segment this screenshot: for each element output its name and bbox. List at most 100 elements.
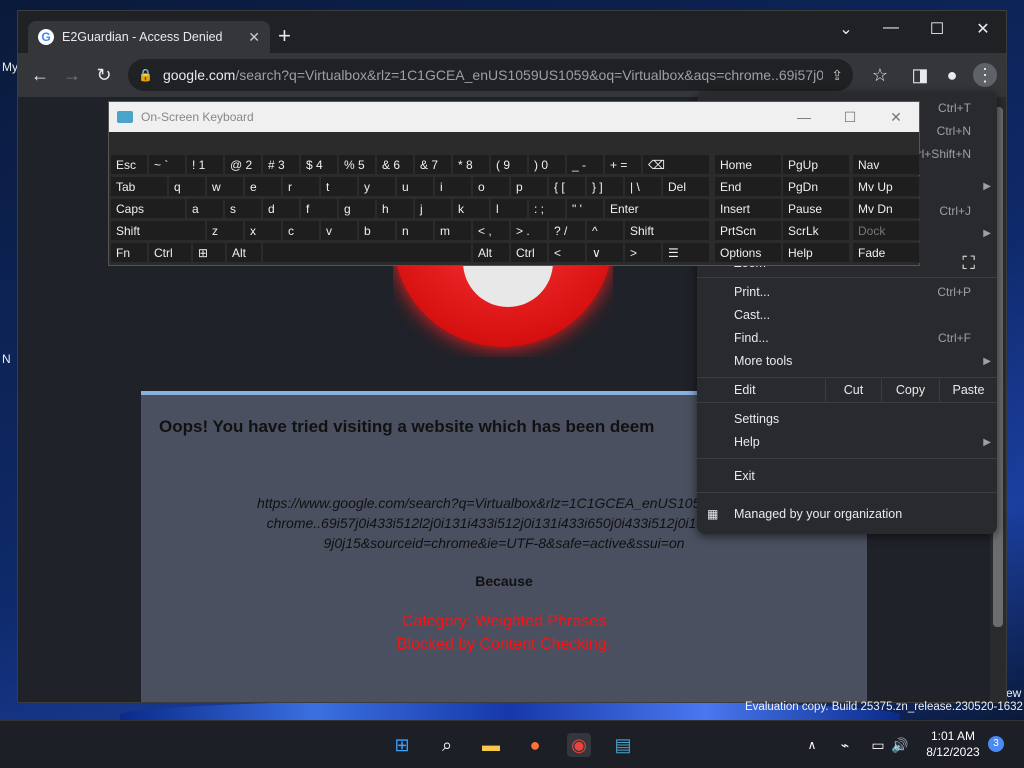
osk-key[interactable]: z bbox=[206, 220, 244, 241]
osk-key[interactable]: > bbox=[624, 242, 662, 263]
back-icon[interactable]: ← bbox=[28, 63, 52, 87]
osk-key[interactable]: y bbox=[358, 176, 396, 197]
show-hidden-icons-icon[interactable]: ∧ bbox=[800, 733, 824, 757]
osk-key[interactable]: * 8 bbox=[452, 154, 490, 175]
new-tab-button[interactable]: + bbox=[278, 25, 291, 47]
close-window-button[interactable]: ✕ bbox=[968, 19, 998, 39]
osk-maximize-button[interactable]: ☐ bbox=[827, 109, 873, 126]
osk-key[interactable]: < bbox=[548, 242, 586, 263]
osk-key[interactable]: Ctrl bbox=[510, 242, 548, 263]
osk-key[interactable]: ^ bbox=[586, 220, 624, 241]
osk-key[interactable]: PrtScn bbox=[714, 220, 782, 241]
minimize-button[interactable]: — bbox=[876, 19, 906, 37]
osk-key[interactable]: f bbox=[300, 198, 338, 219]
menu-item-cast[interactable]: Cast... bbox=[697, 304, 997, 327]
osk-key[interactable]: > . bbox=[510, 220, 548, 241]
osk-key[interactable]: Options bbox=[714, 242, 782, 263]
osk-titlebar[interactable]: On-Screen Keyboard — ☐ ✕ bbox=[109, 102, 919, 132]
osk-key[interactable]: o bbox=[472, 176, 510, 197]
url-text[interactable]: google.com/search?q=Virtualbox&rlz=1C1GC… bbox=[163, 67, 823, 83]
osk-key[interactable]: Mv Up bbox=[852, 176, 920, 197]
osk-key[interactable]: g bbox=[338, 198, 376, 219]
osk-key[interactable]: ⊞ bbox=[192, 242, 226, 263]
osk-minimize-button[interactable]: — bbox=[781, 109, 827, 125]
start-icon[interactable]: ⊞ bbox=[390, 733, 414, 757]
osk-key[interactable]: # 3 bbox=[262, 154, 300, 175]
osk-key[interactable]: Enter bbox=[604, 198, 710, 219]
menu-cut-button[interactable]: Cut bbox=[825, 379, 881, 402]
osk-key[interactable]: a bbox=[186, 198, 224, 219]
osk-key[interactable]: Insert bbox=[714, 198, 782, 219]
osk-key[interactable]: ☰ bbox=[662, 242, 710, 263]
search-icon[interactable]: ⌕ bbox=[435, 733, 459, 757]
osk-key[interactable]: Home bbox=[714, 154, 782, 175]
tab-close-icon[interactable]: ✕ bbox=[248, 29, 260, 46]
osk-key[interactable]: Dock bbox=[852, 220, 920, 241]
osk-key[interactable]: ~ ` bbox=[148, 154, 186, 175]
desktop-label-n[interactable]: N bbox=[2, 352, 11, 366]
osk-key[interactable]: { [ bbox=[548, 176, 586, 197]
osk-key[interactable]: _ - bbox=[566, 154, 604, 175]
osk-key[interactable]: Mv Dn bbox=[852, 198, 920, 219]
osk-key[interactable]: i bbox=[434, 176, 472, 197]
address-bar[interactable]: 🔒 google.com/search?q=Virtualbox&rlz=1C1… bbox=[128, 59, 853, 91]
osk-key[interactable]: PgDn bbox=[782, 176, 850, 197]
menu-item-settings[interactable]: Settings bbox=[697, 408, 997, 431]
tab-e2guardian[interactable]: G E2Guardian - Access Denied ✕ bbox=[28, 21, 270, 53]
bookmark-star-icon[interactable]: ☆ bbox=[868, 63, 892, 87]
osk-key[interactable]: b bbox=[358, 220, 396, 241]
display-icon[interactable]: ▭ bbox=[866, 733, 890, 757]
osk-close-button[interactable]: ✕ bbox=[873, 109, 919, 126]
osk-key[interactable]: Nav bbox=[852, 154, 920, 175]
menu-item-more-tools[interactable]: More tools ▶ bbox=[697, 350, 997, 373]
osk-key[interactable]: Fn bbox=[110, 242, 148, 263]
osk-key[interactable]: Pause bbox=[782, 198, 850, 219]
menu-item-find[interactable]: Find... Ctrl+F bbox=[697, 327, 997, 350]
menu-item-help[interactable]: Help ▶ bbox=[697, 431, 997, 454]
osk-key[interactable]: r bbox=[282, 176, 320, 197]
osk-key[interactable]: PgUp bbox=[782, 154, 850, 175]
osk-key[interactable]: s bbox=[224, 198, 262, 219]
osk-key[interactable]: c bbox=[282, 220, 320, 241]
osk-key[interactable]: q bbox=[168, 176, 206, 197]
maximize-button[interactable]: ☐ bbox=[922, 19, 952, 39]
osk-key[interactable]: Esc bbox=[110, 154, 148, 175]
osk-key[interactable]: & 6 bbox=[376, 154, 414, 175]
chrome-icon[interactable]: ◉ bbox=[567, 733, 591, 757]
desktop-label-my[interactable]: My bbox=[2, 60, 18, 74]
osk-key[interactable]: " ' bbox=[566, 198, 604, 219]
share-icon[interactable]: ⇪ bbox=[831, 67, 843, 84]
osk-key[interactable]: x bbox=[244, 220, 282, 241]
osk-key[interactable]: Shift bbox=[624, 220, 710, 241]
osk-key[interactable]: < , bbox=[472, 220, 510, 241]
tab-search-icon[interactable]: ⌄ bbox=[831, 19, 861, 39]
clock[interactable]: 1:01 AM 8/12/2023 bbox=[922, 728, 984, 760]
notification-badge[interactable]: 3 bbox=[988, 736, 1004, 752]
osk-key[interactable]: & 7 bbox=[414, 154, 452, 175]
file-explorer-icon[interactable]: ▬ bbox=[479, 733, 503, 757]
osk-key[interactable]: Del bbox=[662, 176, 710, 197]
reload-icon[interactable]: ↻ bbox=[92, 63, 116, 87]
osk-key[interactable]: ⌫ bbox=[642, 154, 710, 175]
osk-key[interactable]: d bbox=[262, 198, 300, 219]
osk-key[interactable]: Shift bbox=[110, 220, 206, 241]
osk-key[interactable]: k bbox=[452, 198, 490, 219]
osk-key[interactable]: e bbox=[244, 176, 282, 197]
osk-key[interactable]: } ] bbox=[586, 176, 624, 197]
lock-icon[interactable]: 🔒 bbox=[138, 68, 153, 82]
chrome-menu-icon[interactable]: ⋮ bbox=[973, 63, 997, 87]
osk-key[interactable]: ? / bbox=[548, 220, 586, 241]
osk-key[interactable]: Alt bbox=[226, 242, 262, 263]
osk-key[interactable]: h bbox=[376, 198, 414, 219]
osk-key[interactable]: Ctrl bbox=[148, 242, 192, 263]
osk-key[interactable]: l bbox=[490, 198, 528, 219]
side-panel-icon[interactable]: ◨ bbox=[908, 63, 932, 87]
on-screen-keyboard-icon[interactable]: ▤ bbox=[611, 733, 635, 757]
profile-icon[interactable]: ● bbox=[940, 63, 964, 87]
osk-key[interactable]: v bbox=[320, 220, 358, 241]
osk-key[interactable]: Alt bbox=[472, 242, 510, 263]
osk-key[interactable]: ScrLk bbox=[782, 220, 850, 241]
osk-key[interactable]: | \ bbox=[624, 176, 662, 197]
osk-key[interactable] bbox=[262, 242, 472, 263]
osk-key[interactable]: : ; bbox=[528, 198, 566, 219]
